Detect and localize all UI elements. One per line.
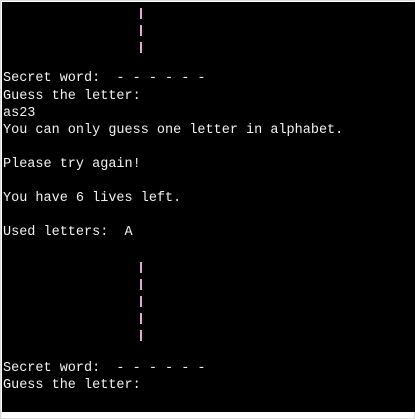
lives-line: You have 6 lives left. [3, 191, 182, 206]
gallows-pole-segment [140, 262, 142, 273]
user-input-line: as23 [3, 106, 36, 121]
guess-prompt-line: Guess the letter: [3, 89, 141, 104]
terminal-output: Secret word: - - - - - - Guess the lette… [2, 2, 415, 412]
gallows-pole-segment [140, 296, 142, 307]
used-letters-line: Used letters: A [3, 225, 133, 240]
secret-word-line: Secret word: - - - - - - [3, 361, 206, 376]
gallows-pole-segment [140, 8, 142, 19]
terminal-window: Secret word: - - - - - - Guess the lette… [0, 0, 415, 419]
error-message-line: You can only guess one letter in alphabe… [3, 123, 344, 138]
gallows-pole-segment [140, 330, 142, 341]
gallows-pole-segment [140, 25, 142, 36]
guess-prompt-line: Guess the letter: [3, 378, 141, 393]
gallows-pole-segment [140, 279, 142, 290]
secret-word-line: Secret word: - - - - - - [3, 71, 206, 86]
gallows-pole-segment [140, 313, 142, 324]
gallows-pole-segment [140, 42, 142, 53]
retry-message-line: Please try again! [3, 157, 141, 172]
